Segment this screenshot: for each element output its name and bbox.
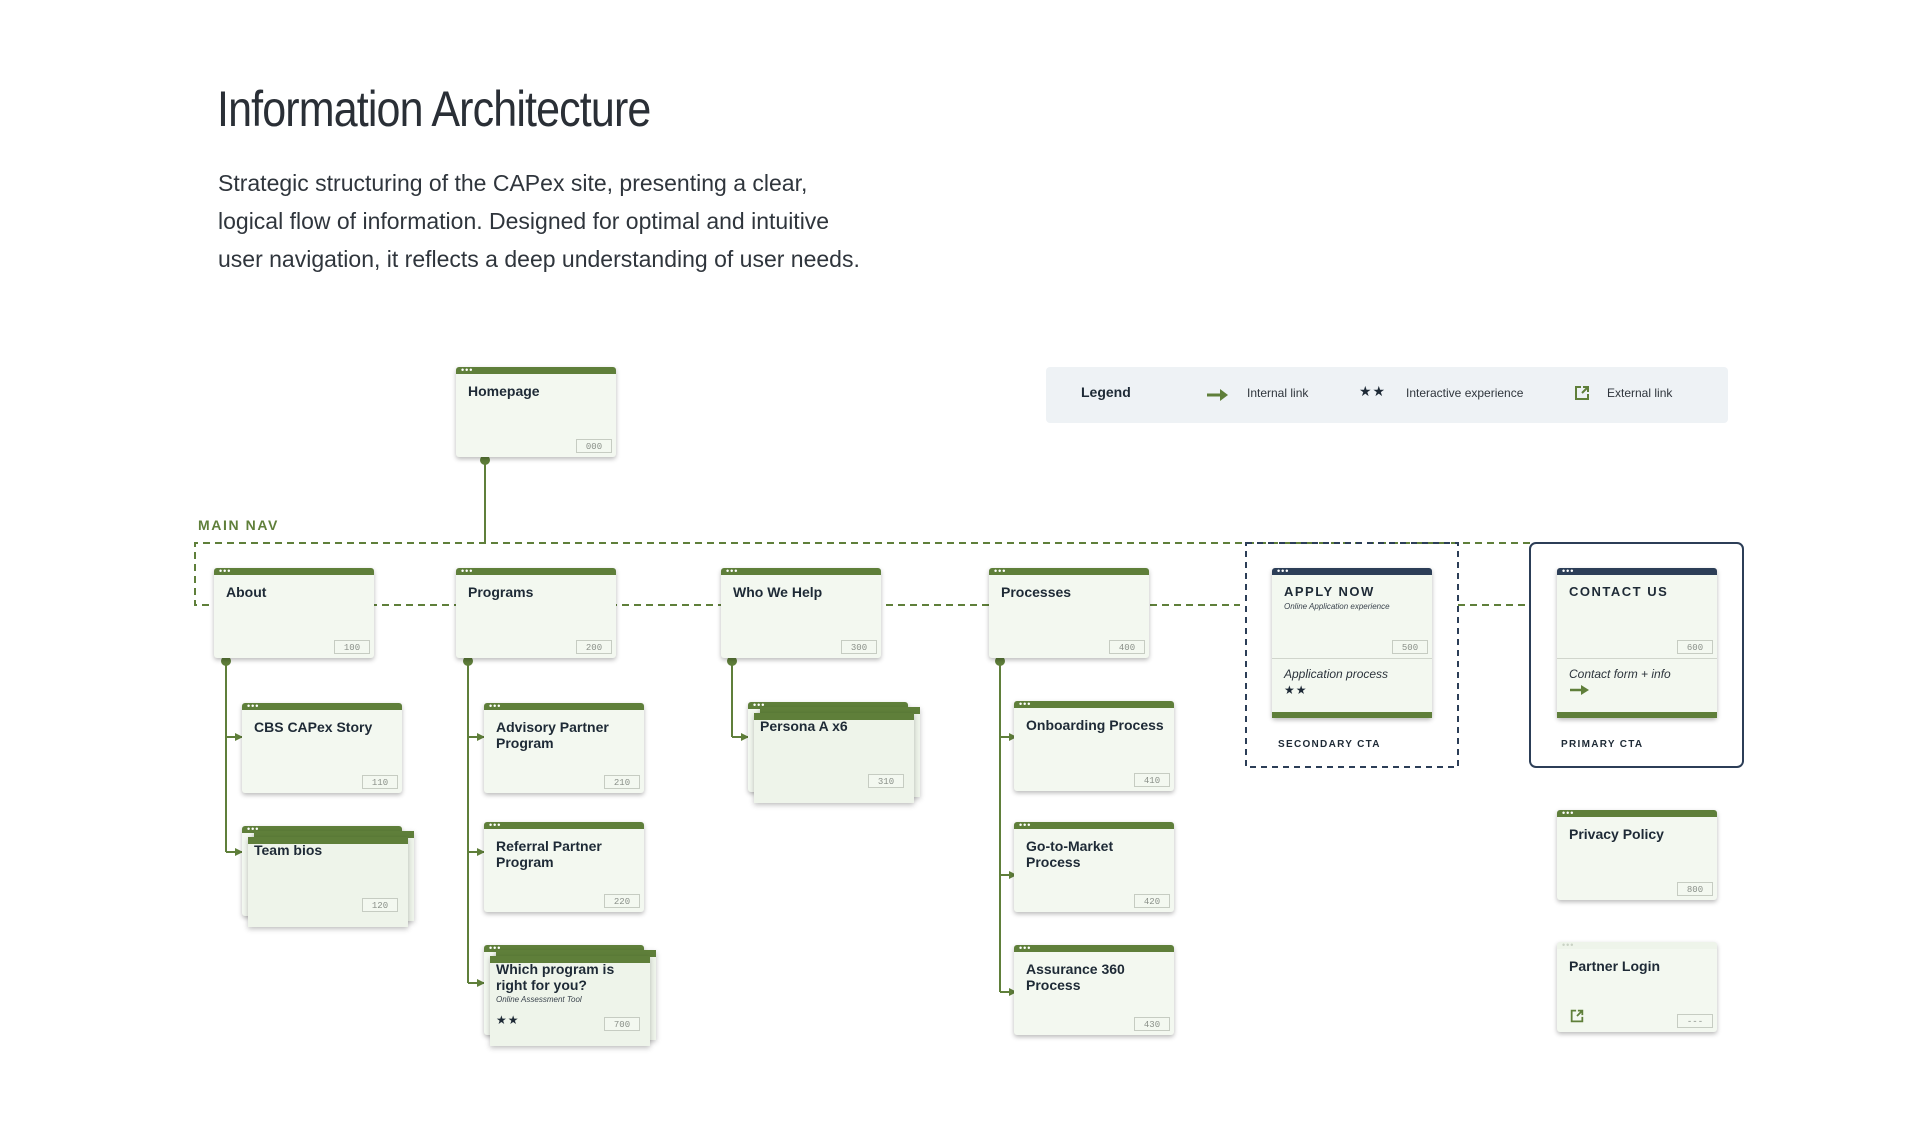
window-dots-icon: ••• — [726, 566, 739, 576]
window-dots-icon: ••• — [489, 820, 502, 830]
which-program-title: Which program is right for you? — [496, 961, 615, 993]
page-card-about[interactable]: ••• About 100 — [214, 566, 374, 658]
legend-title: Legend — [1081, 384, 1131, 400]
page-code: 110 — [362, 775, 398, 789]
page-card-who-we-help[interactable]: ••• Who We Help 300 — [721, 566, 881, 658]
page-code: 600 — [1677, 640, 1713, 654]
page-card-homepage[interactable]: ••• Homepage 000 — [456, 365, 616, 457]
page-card-go-to-market-process[interactable]: ••• Go-to-Market Process 420 — [1014, 820, 1174, 912]
page-card-title: CBS CAPex Story — [254, 719, 373, 735]
internal-link-arrow-icon — [1570, 685, 1589, 695]
page-card-referral-partner-program[interactable]: ••• Referral Partner Program 220 — [484, 820, 644, 912]
window-dots-icon: ••• — [489, 701, 502, 711]
legend-external-link: External link — [1607, 386, 1673, 400]
page-code: 120 — [362, 898, 398, 912]
window-dots-icon: ••• — [1562, 808, 1575, 818]
page-card-title: Advisory Partner Program — [496, 719, 609, 751]
page-card-title: Which program is right for you? Online As… — [496, 961, 634, 1005]
page-code: 000 — [576, 439, 612, 453]
page-card-assurance-360-process[interactable]: ••• Assurance 360 Process 430 — [1014, 943, 1174, 1035]
window-dots-icon: ••• — [1019, 820, 1032, 830]
cta-detail: Application process ★★ — [1272, 658, 1432, 718]
page-card-title: Referral Partner Program — [496, 838, 602, 870]
window-dots-icon: ••• — [1562, 940, 1575, 950]
page-card-title: Privacy Policy — [1569, 826, 1664, 842]
cta-detail-text: Contact form + info — [1569, 667, 1671, 681]
external-link-icon — [1575, 386, 1589, 400]
page-card-title: APPLY NOW Online Application experience — [1284, 584, 1422, 612]
interactive-stars-icon: ★★ — [496, 1013, 520, 1027]
page-code: 220 — [604, 894, 640, 908]
page-card-title: Persona A x6 — [760, 718, 848, 734]
cta-detail-text: Application process — [1284, 667, 1389, 681]
page-code: 800 — [1677, 882, 1713, 896]
page-card-subtitle: Online Assessment Tool — [496, 995, 582, 1004]
page-code: 100 — [334, 640, 370, 654]
page-card-team-bios[interactable]: ••• Team bios 120 — [242, 824, 414, 927]
page-card-subtitle: Online Application experience — [1284, 602, 1390, 611]
main-nav-label: MAIN NAV — [198, 517, 279, 533]
window-dots-icon: ••• — [1019, 943, 1032, 953]
page-card-title: Processes — [1001, 584, 1072, 600]
page-code: --- — [1677, 1014, 1713, 1028]
interactive-stars-icon: ★★ — [1284, 683, 1308, 697]
page-code: 420 — [1134, 894, 1170, 908]
window-dots-icon: ••• — [1277, 566, 1290, 576]
page-card-which-program[interactable]: ••• Which program is right for you? Onlin… — [484, 943, 656, 1046]
internal-link-arrow-icon — [1207, 389, 1228, 401]
window-dots-icon: ••• — [1562, 566, 1575, 576]
page-card-programs[interactable]: ••• Programs 200 — [456, 566, 616, 658]
window-dots-icon: ••• — [753, 700, 766, 710]
secondary-cta-caption: SECONDARY CTA — [1278, 739, 1381, 750]
page-card-title: Go-to-Market Process — [1026, 838, 1114, 870]
window-dots-icon: ••• — [461, 566, 474, 576]
page-code: 200 — [576, 640, 612, 654]
window-dots-icon: ••• — [219, 566, 232, 576]
page-code: 700 — [604, 1017, 640, 1031]
page-card-title: Programs — [468, 584, 534, 600]
page-card-title: Who We Help — [733, 584, 823, 600]
window-dots-icon: ••• — [1019, 699, 1032, 709]
page-code: 500 — [1392, 640, 1428, 654]
page-card-title: Team bios — [254, 842, 323, 858]
page-card-processes[interactable]: ••• Processes 400 — [989, 566, 1149, 658]
page-card-title: Onboarding Process — [1026, 717, 1164, 733]
page-card-title: Homepage — [468, 383, 540, 399]
page-card-apply-now[interactable]: ••• APPLY NOW Online Application experien… — [1272, 566, 1432, 718]
page-code: 430 — [1134, 1017, 1170, 1031]
legend: Legend Internal link ★★ Interactive expe… — [1046, 367, 1728, 423]
window-dots-icon: ••• — [489, 943, 502, 953]
page-card-title: About — [226, 584, 267, 600]
page-card-title: Assurance 360 Process — [1026, 961, 1125, 993]
page-card-privacy-policy[interactable]: ••• Privacy Policy 800 — [1557, 808, 1717, 900]
page-card-cbs-story[interactable]: ••• CBS CAPex Story 110 — [242, 701, 402, 793]
page-code: 300 — [841, 640, 877, 654]
window-dots-icon: ••• — [247, 701, 260, 711]
window-dots-icon: ••• — [994, 566, 1007, 576]
page-card-onboarding-process[interactable]: ••• Onboarding Process 410 — [1014, 699, 1174, 791]
window-dots-icon: ••• — [461, 365, 474, 375]
cta-detail: Contact form + info — [1557, 658, 1717, 718]
primary-cta-caption: PRIMARY CTA — [1561, 739, 1644, 750]
window-dots-icon: ••• — [247, 824, 260, 834]
page-card-advisory-partner-program[interactable]: ••• Advisory Partner Program 210 — [484, 701, 644, 793]
legend-interactive-experience: Interactive experience — [1406, 386, 1524, 400]
legend-internal-link: Internal link — [1247, 386, 1309, 400]
apply-now-title: APPLY NOW — [1284, 584, 1375, 599]
page-code: 410 — [1134, 773, 1170, 787]
page-card-partner-login[interactable]: ••• Partner Login --- — [1557, 940, 1717, 1032]
page-code: 310 — [868, 774, 904, 788]
external-link-icon — [1570, 1009, 1584, 1023]
page-code: 210 — [604, 775, 640, 789]
page-card-title: Partner Login — [1569, 958, 1661, 974]
page-card-title: CONTACT US — [1569, 584, 1669, 599]
page-code: 400 — [1109, 640, 1145, 654]
page-card-persona[interactable]: ••• Persona A x6 310 — [748, 700, 920, 803]
page-card-contact-us[interactable]: ••• CONTACT US 600 Contact form + info — [1557, 566, 1717, 718]
interactive-stars-icon: ★★ — [1359, 383, 1387, 399]
